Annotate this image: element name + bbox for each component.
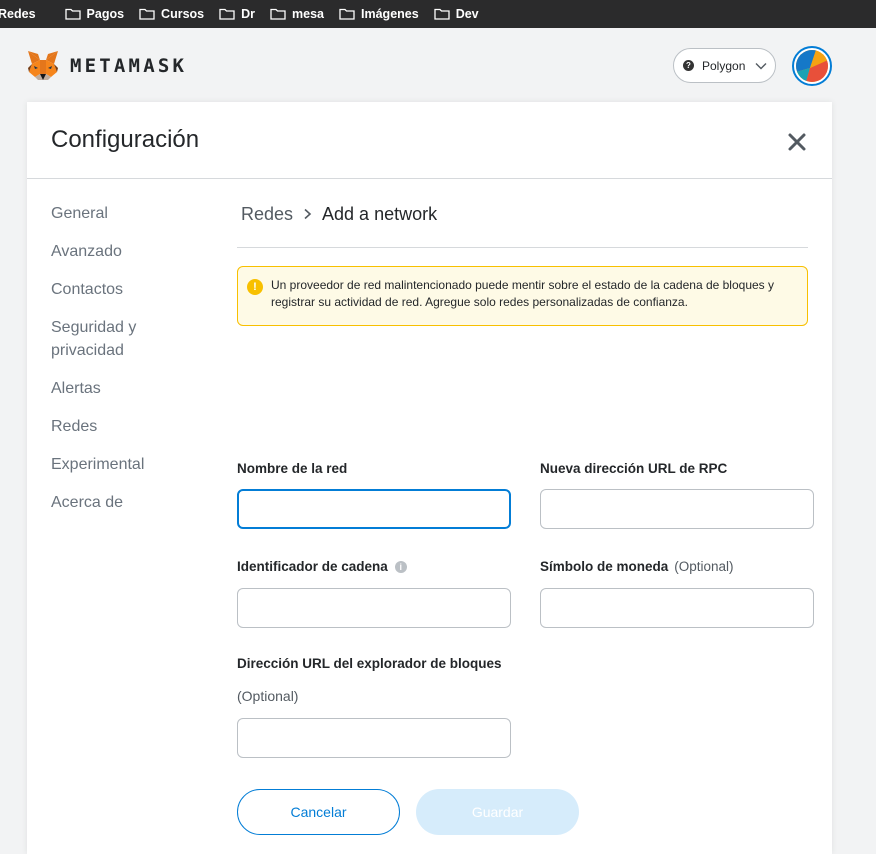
logo-text: METAMASK xyxy=(70,55,188,77)
identicon xyxy=(796,50,828,82)
folder-icon xyxy=(219,8,235,20)
breadcrumb: Redes Add a network xyxy=(237,202,812,226)
bookmarks-bar: Redes Pagos Cursos Dr mesa Imágenes Dev xyxy=(0,0,876,28)
save-button[interactable]: Guardar xyxy=(416,789,579,835)
chevron-down-icon xyxy=(755,62,767,69)
bookmark-label: Dev xyxy=(455,7,479,21)
settings-sidebar: General Avanzado Contactos Seguridad y p… xyxy=(51,202,211,529)
bookmark-label: mesa xyxy=(292,7,325,21)
bookmark-mesa[interactable]: mesa xyxy=(270,7,324,21)
folder-icon xyxy=(270,8,286,20)
breadcrumb-current: Add a network xyxy=(322,203,438,224)
bookmark-label: Imágenes xyxy=(361,7,419,21)
sidebar-item-general[interactable]: General xyxy=(51,202,211,225)
label-text: Nueva dirección URL de RPC xyxy=(540,461,728,476)
sidebar-item-redes[interactable]: Redes xyxy=(51,415,211,438)
metamask-logo[interactable]: METAMASK xyxy=(26,50,187,82)
folder-icon xyxy=(64,8,81,20)
chain-id-input[interactable] xyxy=(237,588,511,628)
sidebar-item-alertas[interactable]: Alertas xyxy=(51,377,211,400)
optional-tag: (Optional) xyxy=(674,559,734,574)
cancel-button[interactable]: Cancelar xyxy=(237,789,400,835)
close-icon[interactable] xyxy=(787,132,807,152)
label-text: Dirección URL del explorador de bloques xyxy=(237,656,502,671)
sidebar-item-seguridad[interactable]: Seguridad y privacidad xyxy=(51,316,161,362)
network-help-icon: ? xyxy=(683,60,694,71)
explorer-optional-tag: (Optional) xyxy=(237,688,299,704)
folder-icon xyxy=(339,8,355,20)
rpc-url-input[interactable] xyxy=(540,489,814,529)
rpc-url-label: Nueva dirección URL de RPC xyxy=(540,461,727,476)
network-selector[interactable]: ? Polygon xyxy=(673,48,776,83)
settings-card: Configuración General Avanzado Contactos… xyxy=(27,102,832,854)
warning-icon: ! xyxy=(247,279,263,295)
warning-text: Un proveedor de red malintencionado pued… xyxy=(271,278,775,309)
sidebar-item-contactos[interactable]: Contactos xyxy=(51,278,211,301)
warning-banner: ! Un proveedor de red malintencionado pu… xyxy=(237,266,808,326)
network-name: Polygon xyxy=(702,58,746,73)
sidebar-item-experimental[interactable]: Experimental xyxy=(51,453,211,476)
network-name-label: Nombre de la red xyxy=(237,461,347,476)
label-text: Símbolo de moneda xyxy=(540,559,669,574)
chain-id-label: Identificador de cadena i xyxy=(237,559,407,574)
chevron-right-icon xyxy=(304,208,312,220)
bookmark-label: Redes xyxy=(0,7,36,21)
currency-symbol-label: Símbolo de moneda (Optional) xyxy=(540,559,734,574)
identicon-icon xyxy=(796,50,828,82)
network-name-input[interactable] xyxy=(237,489,511,529)
header-divider xyxy=(27,178,832,179)
bookmark-label: Cursos xyxy=(161,7,205,21)
sidebar-item-acerca[interactable]: Acerca de xyxy=(51,491,211,514)
bookmark-redes[interactable]: Redes xyxy=(0,7,36,21)
page-title: Configuración xyxy=(51,126,200,153)
explorer-url-label: Dirección URL del explorador de bloques xyxy=(237,656,502,671)
folder-icon xyxy=(434,8,450,20)
bookmark-dr[interactable]: Dr xyxy=(219,7,255,21)
bookmark-label: Dr xyxy=(241,7,256,21)
label-text: Nombre de la red xyxy=(237,461,348,476)
bookmark-dev[interactable]: Dev xyxy=(434,7,479,21)
folder-icon xyxy=(139,8,155,20)
breadcrumb-parent[interactable]: Redes xyxy=(241,204,293,225)
account-avatar[interactable] xyxy=(792,46,832,86)
fox-icon xyxy=(28,51,58,80)
explorer-url-input[interactable] xyxy=(237,718,511,758)
content-divider xyxy=(237,247,808,248)
sidebar-item-avanzado[interactable]: Avanzado xyxy=(51,240,211,263)
currency-symbol-input[interactable] xyxy=(540,588,814,628)
add-network-panel: Redes Add a network ! Un proveedor de re… xyxy=(237,202,814,835)
label-text: Identificador de cadena xyxy=(237,559,388,574)
bookmark-pagos[interactable]: Pagos xyxy=(64,7,125,21)
bookmark-label: Pagos xyxy=(86,7,125,21)
bookmark-cursos[interactable]: Cursos xyxy=(139,7,204,21)
bookmark-imagenes[interactable]: Imágenes xyxy=(339,7,419,21)
info-icon[interactable]: i xyxy=(394,560,407,573)
